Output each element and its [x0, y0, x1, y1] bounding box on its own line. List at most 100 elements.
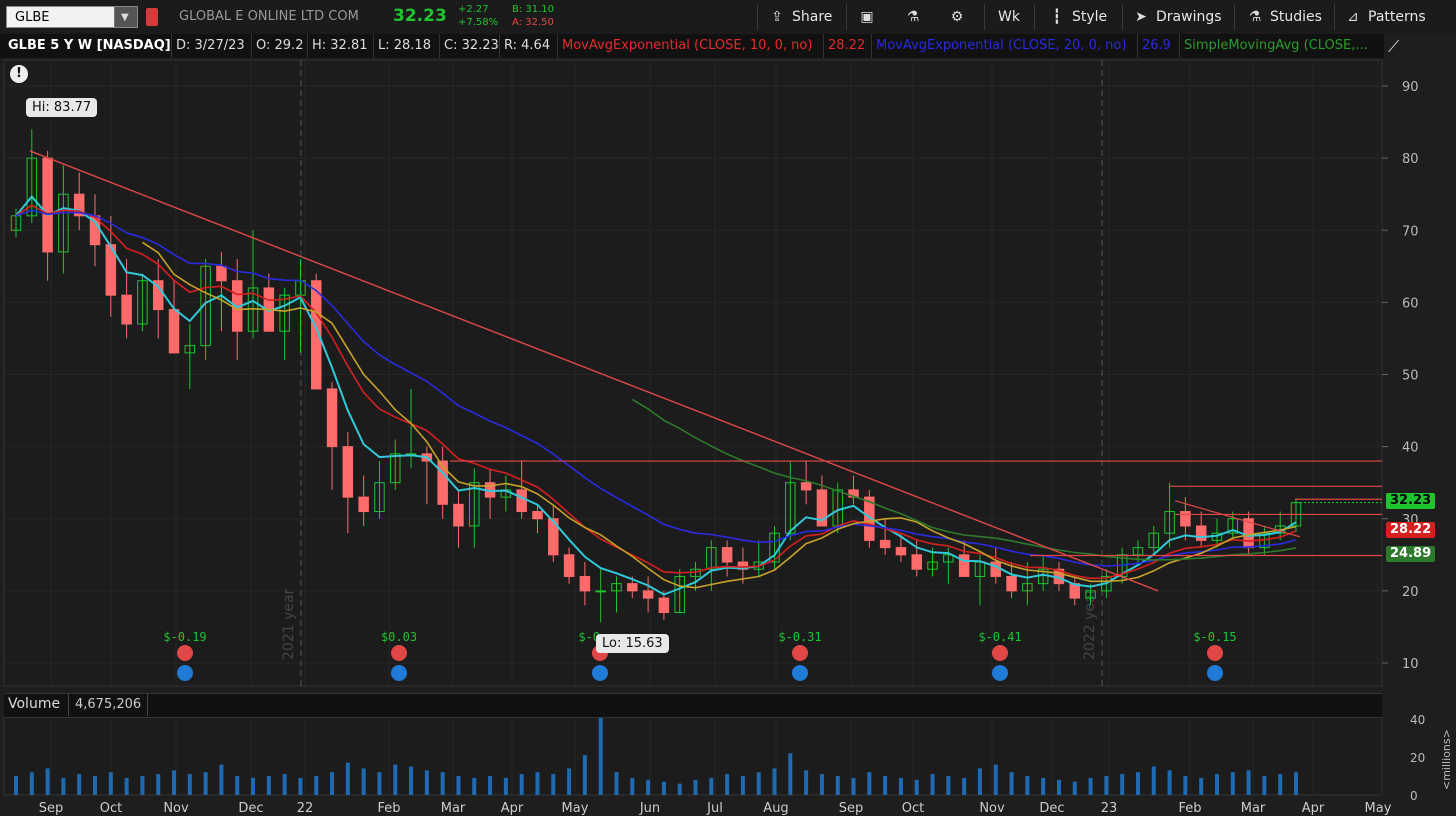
- candle-body: [1195, 525, 1207, 541]
- volume-bar: [108, 772, 113, 795]
- volume-bar: [156, 774, 161, 795]
- x-tick-label: Apr: [501, 801, 524, 816]
- volume-bar: [424, 770, 429, 795]
- x-tick-label: 23: [1101, 801, 1118, 816]
- aggregation-button[interactable]: Wk: [998, 0, 1020, 34]
- high-label: Hi: 83.77: [26, 98, 98, 117]
- last-price: 32.23: [393, 6, 447, 26]
- x-tick-label: Apr: [1302, 801, 1325, 816]
- chart-draw-icon[interactable]: ⟋: [1388, 37, 1410, 56]
- symbol-input[interactable]: GLBE ▼: [6, 6, 138, 28]
- volume-bar: [946, 776, 951, 795]
- y-tick-label: 10: [1402, 657, 1419, 672]
- dividend-icon: [177, 665, 193, 681]
- share-button[interactable]: ⇪ Share: [768, 0, 832, 34]
- alert-icon[interactable]: !: [10, 65, 28, 83]
- y-tick-label: 60: [1402, 296, 1419, 311]
- volume-bar: [914, 779, 919, 795]
- volume-bar: [1294, 772, 1298, 795]
- candlestick-icon: ┇: [1052, 9, 1062, 25]
- volume-bar: [409, 766, 414, 795]
- volume-tick-label: 40: [1410, 713, 1425, 727]
- candle-body: [627, 583, 638, 592]
- year-label: 2022 year: [1082, 588, 1098, 660]
- x-tick-label: Mar: [441, 801, 466, 816]
- volume-bar: [551, 774, 556, 795]
- volume-bar: [1104, 776, 1109, 795]
- volume-bar: [977, 768, 982, 795]
- x-tick-label: Sep: [839, 801, 864, 816]
- volume-bar: [219, 764, 224, 795]
- settings-button[interactable]: ⚙: [948, 0, 972, 34]
- volume-bar: [883, 776, 888, 795]
- studies-button[interactable]: ⚗ Studies: [1246, 0, 1322, 34]
- volume-bar: [1041, 777, 1046, 795]
- volume-bar: [314, 776, 319, 795]
- separator: [1122, 4, 1123, 30]
- percent-change: +7.58%: [458, 17, 499, 28]
- gear-icon: ⚙: [950, 9, 964, 25]
- x-tick-label: 22: [297, 801, 314, 816]
- bar-range: R: 4.64: [500, 34, 558, 58]
- volume-bar: [172, 770, 177, 795]
- candle-body: [563, 554, 575, 577]
- candle-body: [42, 157, 53, 253]
- y-tick-label: 90: [1402, 80, 1419, 95]
- flask-button[interactable]: ⚗: [904, 0, 928, 34]
- snapshot-button[interactable]: ▣: [858, 0, 882, 34]
- volume-bar: [377, 772, 382, 795]
- earnings-label: $-0.41: [978, 630, 1021, 644]
- volume-bar: [1120, 774, 1125, 795]
- candle-body: [800, 482, 812, 491]
- volume-bar: [725, 774, 730, 795]
- style-button[interactable]: ┇ Style: [1048, 0, 1107, 34]
- earnings-icon: [391, 645, 407, 661]
- volume-pane: [3, 716, 1383, 796]
- study-sma[interactable]: SimpleMovingAvg (CLOSE,...: [1180, 34, 1384, 58]
- earnings-icon: [177, 645, 193, 661]
- separator: [757, 4, 758, 30]
- separator: [984, 4, 985, 30]
- candle-body: [516, 489, 527, 513]
- sma-price-tag: 24.89: [1386, 546, 1436, 562]
- volume-bar: [819, 774, 824, 795]
- volume-bar: [614, 772, 619, 795]
- chevron-down-icon: ▼: [121, 12, 129, 23]
- study-ema10[interactable]: MovAvgExponential (CLOSE, 10, 0, no): [558, 34, 824, 58]
- volume-bar: [835, 776, 840, 795]
- x-tick-label: Feb: [1178, 801, 1201, 816]
- volume-bar: [1246, 770, 1251, 795]
- volume-bar: [993, 764, 998, 795]
- bar-high: H: 32.81: [308, 34, 374, 58]
- volume-bar: [14, 776, 18, 795]
- study-ema20[interactable]: MovAvgExponential (CLOSE, 20, 0, no): [872, 34, 1138, 58]
- candle-body: [453, 503, 464, 527]
- symbol-dropdown-button[interactable]: ▼: [114, 7, 137, 27]
- volume-value: 4,675,206: [68, 694, 149, 716]
- drawings-button[interactable]: ➤ Drawings: [1132, 0, 1221, 34]
- volume-bar: [677, 783, 682, 795]
- earnings-label: $-0.31: [778, 630, 821, 644]
- link-color-icon[interactable]: [146, 8, 158, 26]
- volume-bar: [788, 753, 793, 795]
- y-tick-label: 80: [1402, 152, 1419, 167]
- volume-bar: [393, 764, 398, 795]
- volume-bar: [661, 781, 666, 795]
- earnings-icon: [1207, 645, 1223, 661]
- volume-bar: [472, 777, 477, 795]
- candle-body: [579, 575, 591, 592]
- last-price-tag: 32.23: [1386, 493, 1436, 509]
- x-tick-label: Sep: [39, 801, 64, 816]
- y-tick-label: 70: [1402, 224, 1419, 239]
- x-tick-label: Mar: [1241, 801, 1266, 816]
- low-label: Lo: 15.63: [596, 634, 669, 653]
- volume-bar: [1009, 772, 1014, 795]
- candle-body: [595, 590, 606, 593]
- volume-unit: <millions>: [1440, 729, 1453, 790]
- candle-body: [358, 496, 369, 513]
- volume-bar: [693, 779, 698, 795]
- patterns-button[interactable]: ⊿ Patterns: [1344, 0, 1426, 34]
- volume-bar: [235, 776, 240, 795]
- candle-body: [642, 590, 654, 599]
- volume-bar: [187, 774, 192, 795]
